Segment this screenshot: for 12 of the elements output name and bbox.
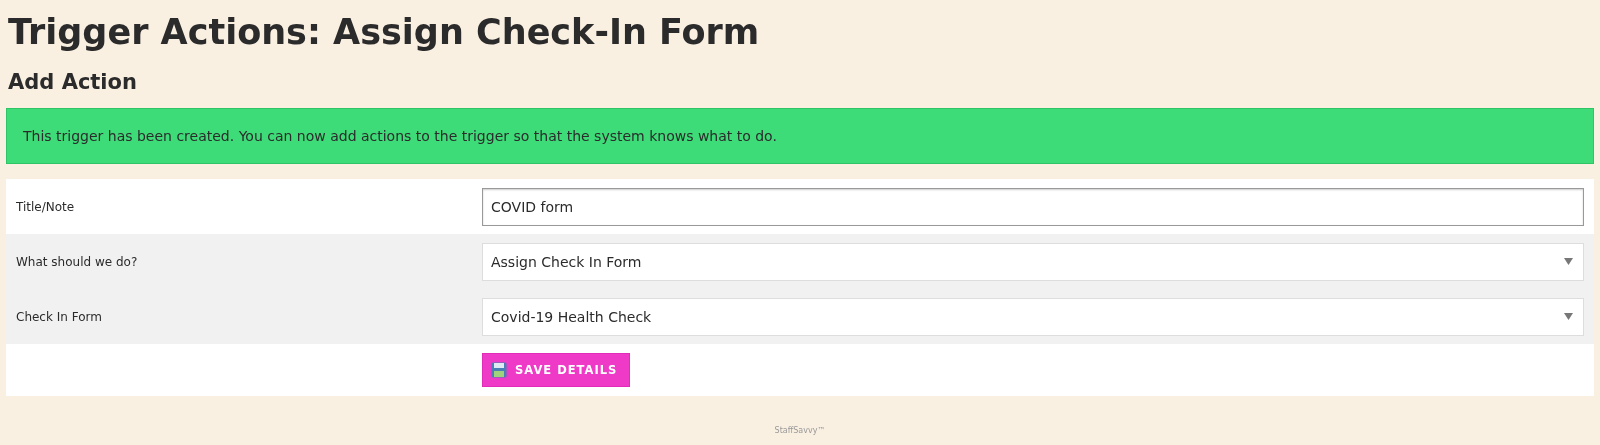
caret-icon xyxy=(1564,258,1573,265)
page-title: Trigger Actions: Assign Check-In Form xyxy=(7,11,761,54)
title-input-field[interactable]: COVID form xyxy=(482,187,1584,226)
footer-brand: StaffSavvy™ xyxy=(774,426,826,435)
dropdown-field[interactable]: Assign Check In Form xyxy=(482,242,1584,281)
field-label: Check In Form xyxy=(15,309,103,324)
section-title: Add Action xyxy=(7,69,138,96)
dropdown-field[interactable]: Covid-19 Health Check xyxy=(482,297,1584,336)
field-label: What should we do? xyxy=(15,254,139,269)
caret-icon xyxy=(1564,313,1573,320)
field-label: Title/Note xyxy=(15,199,76,214)
success-alert: This trigger has been created. You can now add actions to the trigger so that the system knows what to do. xyxy=(6,108,1594,164)
